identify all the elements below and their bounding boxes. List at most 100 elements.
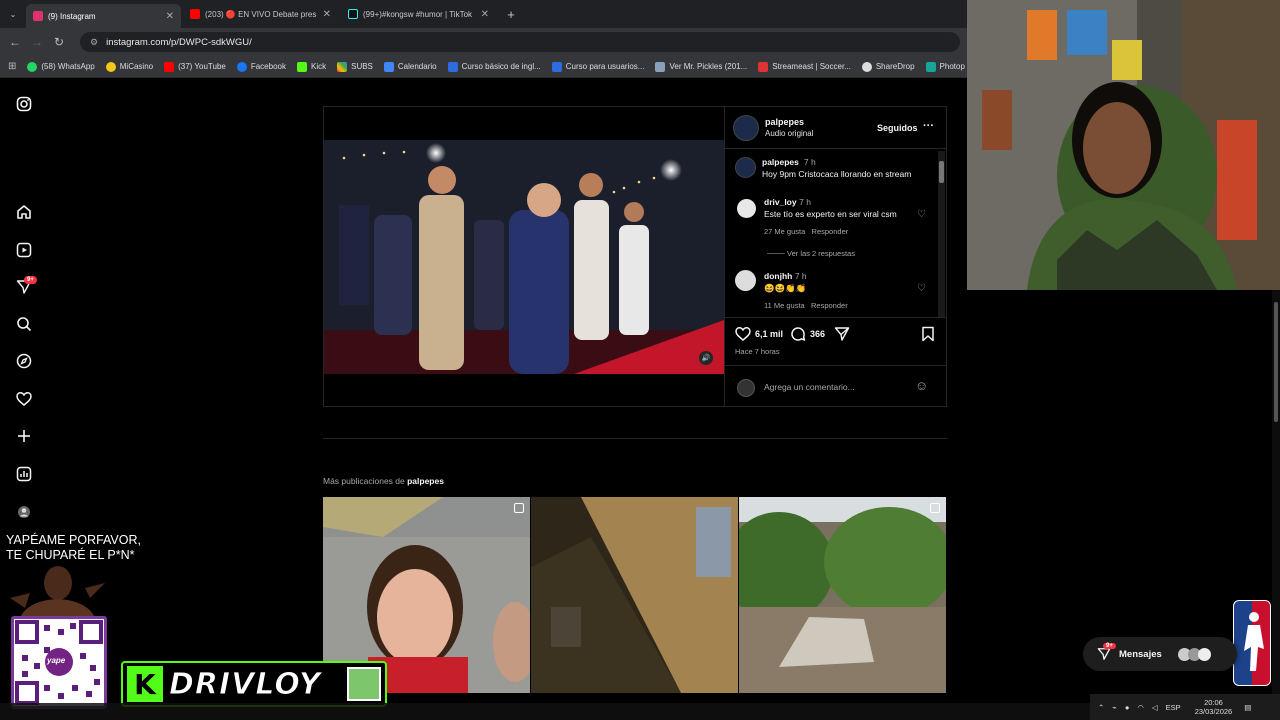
comment-header: driv_loy 7 h [764, 197, 811, 207]
calendar-icon [383, 61, 394, 72]
bookmark-curso-usuarios[interactable]: Curso para usuarios... [551, 61, 644, 72]
meme-figure-image [10, 563, 105, 618]
volume-icon[interactable]: ◁ [1152, 703, 1158, 712]
notifications-icon[interactable] [15, 390, 33, 408]
caption-user[interactable]: palpepes [762, 157, 799, 167]
tab-search-button[interactable]: ⌄ [2, 3, 24, 25]
comment-bubble-icon[interactable] [790, 326, 806, 344]
reply-button[interactable]: Responder [811, 301, 848, 310]
bookmark-streameast[interactable]: Streameast | Soccer... [758, 61, 851, 72]
divider [725, 317, 947, 318]
comment-likes[interactable]: 11 Me gusta [764, 301, 805, 310]
url-text: instagram.com/p/DWPC-sdkWGU/ [106, 36, 252, 48]
yape-logo: yape [47, 656, 66, 665]
bookmark-youtube[interactable]: (37) YouTube [164, 61, 226, 72]
address-bar[interactable]: ⚙ instagram.com/p/DWPC-sdkWGU/ [80, 32, 960, 52]
dashboard-icon[interactable] [15, 465, 33, 483]
close-icon[interactable]: ✕ [481, 9, 489, 20]
profile-icon[interactable] [15, 503, 33, 521]
bookmark-save-icon[interactable] [921, 326, 935, 344]
messages-icon [1097, 648, 1111, 660]
share-icon[interactable] [834, 326, 850, 344]
search-icon[interactable] [15, 315, 33, 333]
comment-user[interactable]: donjhh [764, 271, 792, 281]
chevron-up-icon[interactable]: ⌃ [1098, 703, 1104, 712]
bookmark-curso-ingles[interactable]: Curso básico de ingl... [447, 61, 541, 72]
comment-count[interactable]: 366 [810, 329, 825, 339]
close-icon[interactable]: ✕ [166, 11, 174, 22]
bookmark-whatsapp[interactable]: (58) WhatsApp [27, 61, 95, 72]
tab-tiktok[interactable]: (99+)#kongsw #humor | TikTok ✕ [341, 3, 496, 25]
like-count[interactable]: 6,1 mil [755, 329, 783, 339]
network-icon[interactable]: ⌁ [1112, 703, 1117, 712]
volume-icon[interactable]: 🔊 [699, 351, 713, 365]
more-options-icon[interactable]: ··· [923, 120, 934, 132]
replies-line [767, 253, 785, 254]
tab-youtube[interactable]: (203) 🔴 EN VIVO Debate pres ✕ [183, 3, 338, 25]
reels-icon[interactable] [15, 241, 33, 259]
comment-avatar[interactable] [737, 199, 756, 218]
post-video[interactable]: 🔊 [324, 107, 724, 406]
clock[interactable]: 20:06 23/03/2026 [1195, 698, 1233, 716]
following-button[interactable]: Seguidos [877, 123, 918, 133]
bookmark-facebook[interactable]: Facebook [236, 61, 286, 72]
kick-icon [296, 61, 307, 72]
site-info-icon[interactable]: ⚙ [90, 37, 98, 48]
bookmark-subs[interactable]: SUBS [337, 61, 373, 72]
notification-center-icon[interactable]: ▤ [1244, 703, 1251, 712]
bookmark-label: Facebook [250, 62, 286, 71]
bookmark-mr-pickles[interactable]: Ver Mr. Pickles (201... [655, 61, 747, 72]
view-replies-button[interactable]: Ver las 2 respuestas [787, 249, 855, 258]
more-posts-prefix: Más publicaciones de [323, 476, 408, 486]
scrollbar-thumb[interactable] [1274, 302, 1278, 422]
bookmark-sharedrop[interactable]: ShareDrop [861, 61, 915, 72]
bookmark-kick[interactable]: Kick [296, 61, 326, 72]
more-posts-user[interactable]: palpepes [407, 476, 444, 486]
comment-user[interactable]: driv_loy [764, 197, 797, 207]
comment-likes[interactable]: 27 Me gusta [764, 227, 805, 236]
comments-scrollbar[interactable] [938, 151, 945, 317]
close-icon[interactable]: ✕ [323, 9, 331, 20]
page-scrollbar[interactable] [1272, 290, 1280, 694]
author-avatar[interactable] [733, 115, 759, 141]
wifi-icon[interactable]: ◠ [1137, 703, 1144, 712]
home-icon[interactable] [15, 203, 33, 221]
comment-like-heart-icon[interactable]: ♡ [917, 209, 926, 220]
author-name[interactable]: palpepes [765, 117, 804, 127]
bookmark-photopea[interactable]: Photop [925, 61, 965, 72]
post-time: Hace 7 horas [735, 347, 780, 356]
clock-time: 20:06 [1204, 698, 1223, 707]
course-icon [447, 61, 458, 72]
language-indicator[interactable]: ESP [1166, 703, 1181, 712]
caption-avatar[interactable] [735, 157, 756, 178]
instagram-logo-icon[interactable] [15, 95, 33, 113]
tab-instagram[interactable]: (9) Instagram ✕ [26, 4, 181, 28]
audio-label[interactable]: Audio original [765, 129, 813, 138]
like-heart-icon[interactable] [735, 326, 751, 344]
bookmark-calendario[interactable]: Calendario [383, 61, 437, 72]
reload-icon[interactable]: ↻ [48, 35, 70, 49]
youtube-favicon-icon [190, 9, 200, 19]
forward-arrow-icon[interactable]: → [26, 35, 48, 49]
messages-button[interactable]: 9+ Mensajes [1083, 637, 1237, 671]
apps-grid-icon[interactable]: ⊞ [8, 61, 16, 72]
reply-button[interactable]: Responder [812, 227, 849, 236]
emoji-icon[interactable]: ☺ [915, 378, 928, 393]
video-frame [324, 140, 724, 374]
back-arrow-icon[interactable]: ← [4, 35, 26, 49]
comment-avatar[interactable] [735, 270, 756, 291]
comment-input[interactable]: Agrega un comentario... [764, 382, 855, 392]
create-icon[interactable] [15, 427, 33, 445]
comment-like-heart-icon[interactable]: ♡ [917, 283, 926, 294]
explore-icon[interactable] [15, 352, 33, 370]
bookmark-micasino[interactable]: MiCasino [105, 61, 153, 72]
new-tab-button[interactable]: + [500, 3, 522, 25]
tab-label: (99+)#kongsw #humor | TikTok [363, 9, 473, 19]
caption-header: palpepes 7 h [762, 157, 816, 167]
post-thumbnail[interactable] [739, 497, 946, 693]
message-avatars [1177, 647, 1211, 661]
scrollbar-thumb[interactable] [939, 161, 944, 183]
microphone-icon[interactable]: ● [1125, 703, 1130, 712]
avatar [1197, 647, 1211, 661]
post-thumbnail[interactable] [531, 497, 738, 693]
